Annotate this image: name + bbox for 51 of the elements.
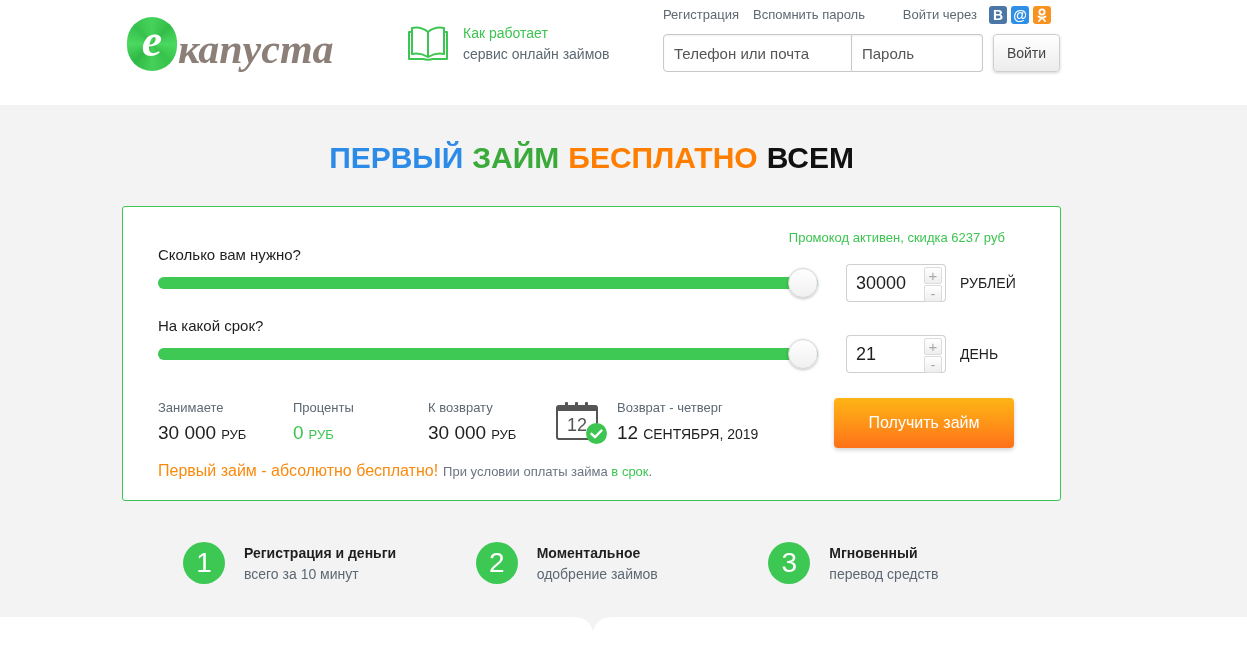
get-loan-button[interactable]: Получить займ [834, 398, 1014, 448]
slider-label: На какой срок? [158, 317, 264, 335]
logo-mark[interactable]: е [127, 17, 177, 71]
free-loan-note: Первый займ - абсолютно бесплатно! [158, 461, 439, 481]
login-button[interactable]: Войти [993, 34, 1060, 72]
return-date-label: Возврат - четверг [617, 400, 723, 416]
slider-label: Сколько вам нужно? [158, 246, 301, 264]
step-number: 1 [183, 542, 225, 584]
summary-value: 0 [293, 422, 304, 444]
promo-code-status: Промокод активен, скидка 6237 руб [788, 230, 1005, 246]
slider-thumb[interactable] [788, 339, 818, 369]
mail-login-button[interactable]: @ [1011, 6, 1029, 24]
step-title: Моментальное [536, 543, 641, 562]
headline-word: ПЕРВЫЙ [329, 140, 464, 176]
unit-label: РУБЛЕЙ [960, 273, 1016, 293]
ok-login-icon[interactable] [1033, 6, 1051, 24]
on-time-link[interactable]: в срок [611, 464, 649, 479]
headline-word: ЗАЙМ [472, 140, 560, 176]
unit-label: ДЕНЬ [960, 344, 999, 364]
summary-value: 30 000 [158, 422, 217, 444]
social-login-label: Войти через [902, 6, 977, 25]
book-icon [408, 24, 448, 62]
step-subtitle: одобрение займов [536, 564, 658, 583]
vk-login-button[interactable]: В [989, 6, 1007, 24]
summary-label: К возврату [428, 400, 493, 416]
check-badge-icon [586, 423, 607, 444]
step-subtitle: перевод средств [829, 564, 939, 583]
step-subtitle: всего за 10 минут [244, 564, 359, 583]
currency-unit: РУБ [491, 426, 517, 444]
phone-or-email-input[interactable]: Телефон или почта [663, 34, 852, 72]
step-number: 2 [475, 542, 518, 584]
step-number: 3 [768, 542, 811, 584]
header-link[interactable]: Вспомнить пароль [753, 5, 865, 25]
step-title: Регистрация и деньги [244, 543, 397, 562]
summary-value: 30 000 [428, 422, 487, 444]
summary-label: Занимаете [158, 400, 224, 416]
step-title: Мгновенный [829, 543, 918, 562]
headline-word: БЕСПЛАТНО [568, 140, 758, 176]
slider-thumb[interactable] [788, 268, 818, 298]
payment-condition-note: При условии оплаты займа в срок. [443, 463, 653, 481]
summary-label: Проценты [293, 400, 354, 416]
password-input[interactable]: Пароль [852, 34, 983, 72]
currency-unit: РУБ [221, 426, 247, 444]
how-it-works-link[interactable]: Как работает [463, 24, 610, 42]
logo-text[interactable]: капуста [178, 28, 334, 70]
currency-unit: РУБ [308, 426, 334, 444]
headline-word: ВСЕМ [766, 140, 854, 176]
return-month-year: СЕНТЯБРЯ, 2019 [643, 425, 759, 444]
header-link[interactable]: Регистрация [663, 5, 739, 25]
return-day: 12 [617, 422, 639, 444]
how-it-works-subtitle: сервис онлайн займов [463, 45, 610, 63]
